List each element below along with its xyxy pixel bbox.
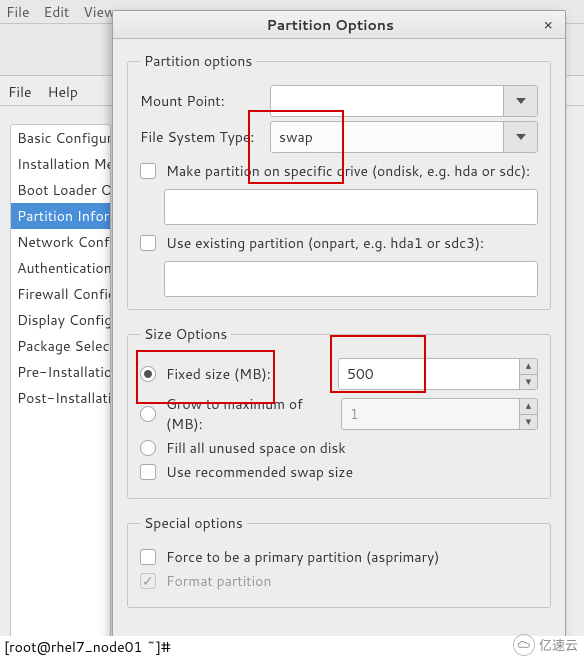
grow-max-radio[interactable] (140, 406, 156, 422)
asprimary-label: Force to be a primary partition (asprima… (166, 547, 439, 567)
sidebar-item[interactable]: Partition Information (11, 203, 110, 229)
row-mount-point: Mount Point: (140, 85, 538, 117)
rec-swap-label: Use recommended swap size (166, 462, 353, 482)
spin-down-icon[interactable]: ▼ (520, 414, 538, 431)
mount-point-combo[interactable] (270, 85, 538, 117)
fixed-size-label: Fixed size (MB): (166, 364, 271, 384)
cloud-icon (513, 634, 535, 656)
fixed-size-value[interactable]: 500 (338, 358, 520, 390)
sidebar-item[interactable]: Package Selection (11, 333, 110, 359)
menu-edit[interactable]: Edit (44, 2, 70, 22)
watermark-text: 亿速云 (539, 635, 578, 655)
grow-max-spinner[interactable]: 1 ▲ ▼ (341, 398, 538, 430)
watermark: 亿速云 (513, 634, 578, 656)
onpart-input[interactable] (164, 261, 538, 297)
ondisk-checkbox[interactable] (140, 163, 156, 179)
sidebar-item[interactable]: Pre-Installation Script (11, 359, 110, 385)
sidebar-item[interactable]: Display Configuration (11, 307, 110, 333)
sidebar-item[interactable]: Authentication (11, 255, 110, 281)
asprimary-checkbox[interactable] (140, 549, 156, 565)
onpart-checkbox[interactable] (140, 235, 156, 251)
fixed-size-radio[interactable] (140, 366, 156, 382)
dialog-body: Partition options Mount Point: File Syst… (113, 39, 565, 630)
row-ondisk: Make partition on specific drive (ondisk… (140, 161, 538, 181)
sidebar-item[interactable]: Post-Installation Script (11, 385, 110, 411)
sidebar-item[interactable]: Firewall Configuration (11, 281, 110, 307)
app-menu-help[interactable]: Help (48, 82, 78, 102)
format-checkbox (140, 573, 156, 589)
menu-view[interactable]: View (83, 2, 115, 22)
group-size-options-legend: Size Options (140, 324, 231, 344)
row-fill-disk: Fill all unused space on disk (140, 438, 538, 458)
group-size-options: Size Options Fixed size (MB): 500 ▲ ▼ Gr… (127, 324, 551, 499)
sidebar-item[interactable]: Basic Configuration (11, 125, 110, 151)
row-fixed-size: Fixed size (MB): 500 ▲ ▼ (140, 358, 538, 390)
fill-disk-radio[interactable] (140, 440, 156, 456)
grow-max-value: 1 (341, 398, 520, 430)
grow-max-label: Grow to maximum of (MB): (166, 394, 341, 434)
close-icon[interactable]: × (539, 14, 557, 35)
group-partition-options-legend: Partition options (140, 51, 256, 71)
fs-type-value: swap (279, 127, 313, 147)
row-asprimary: Force to be a primary partition (asprima… (140, 547, 538, 567)
group-special-options: Special options Force to be a primary pa… (127, 513, 551, 608)
mount-point-label: Mount Point: (140, 91, 270, 111)
fs-type-combo[interactable]: swap (270, 121, 538, 153)
row-grow-max: Grow to maximum of (MB): 1 ▲ ▼ (140, 394, 538, 434)
spin-up-icon[interactable]: ▲ (520, 358, 538, 374)
ondisk-label: Make partition on specific drive (ondisk… (166, 161, 530, 181)
ondisk-input[interactable] (164, 189, 538, 225)
sidebar-item[interactable]: Network Configuration (11, 229, 110, 255)
dialog-title: Partition Options (121, 15, 539, 35)
app-menu-file[interactable]: File (8, 82, 32, 102)
dialog-titlebar: Partition Options × (113, 11, 565, 39)
fill-disk-label: Fill all unused space on disk (166, 438, 346, 458)
onpart-label: Use existing partition (onpart, e.g. hda… (166, 233, 484, 253)
spin-down-icon[interactable]: ▼ (520, 374, 538, 391)
rec-swap-checkbox[interactable] (140, 464, 156, 480)
fs-type-label: File System Type: (140, 127, 270, 147)
terminal-line: [root@rhel7_node01 ~]# (0, 636, 584, 658)
partition-options-dialog: Partition Options × Partition options Mo… (112, 10, 566, 658)
fixed-size-spinner[interactable]: 500 ▲ ▼ (338, 358, 538, 390)
row-rec-swap: Use recommended swap size (140, 462, 538, 482)
chevron-down-icon[interactable] (503, 122, 537, 152)
menu-file[interactable]: File (6, 2, 30, 22)
group-special-options-legend: Special options (140, 513, 247, 533)
format-label: Format partition (166, 571, 271, 591)
sidebar-sections[interactable]: Basic ConfigurationInstallation MethodBo… (10, 124, 111, 644)
row-onpart: Use existing partition (onpart, e.g. hda… (140, 233, 538, 253)
terminal-prompt: [root@rhel7_node01 ~]# (4, 637, 171, 657)
row-fs-type: File System Type: swap (140, 121, 538, 153)
chevron-down-icon[interactable] (503, 86, 537, 116)
group-partition-options: Partition options Mount Point: File Syst… (127, 51, 551, 310)
sidebar-item[interactable]: Boot Loader Options (11, 177, 110, 203)
row-format: Format partition (140, 571, 538, 591)
spin-up-icon[interactable]: ▲ (520, 398, 538, 414)
sidebar-item[interactable]: Installation Method (11, 151, 110, 177)
